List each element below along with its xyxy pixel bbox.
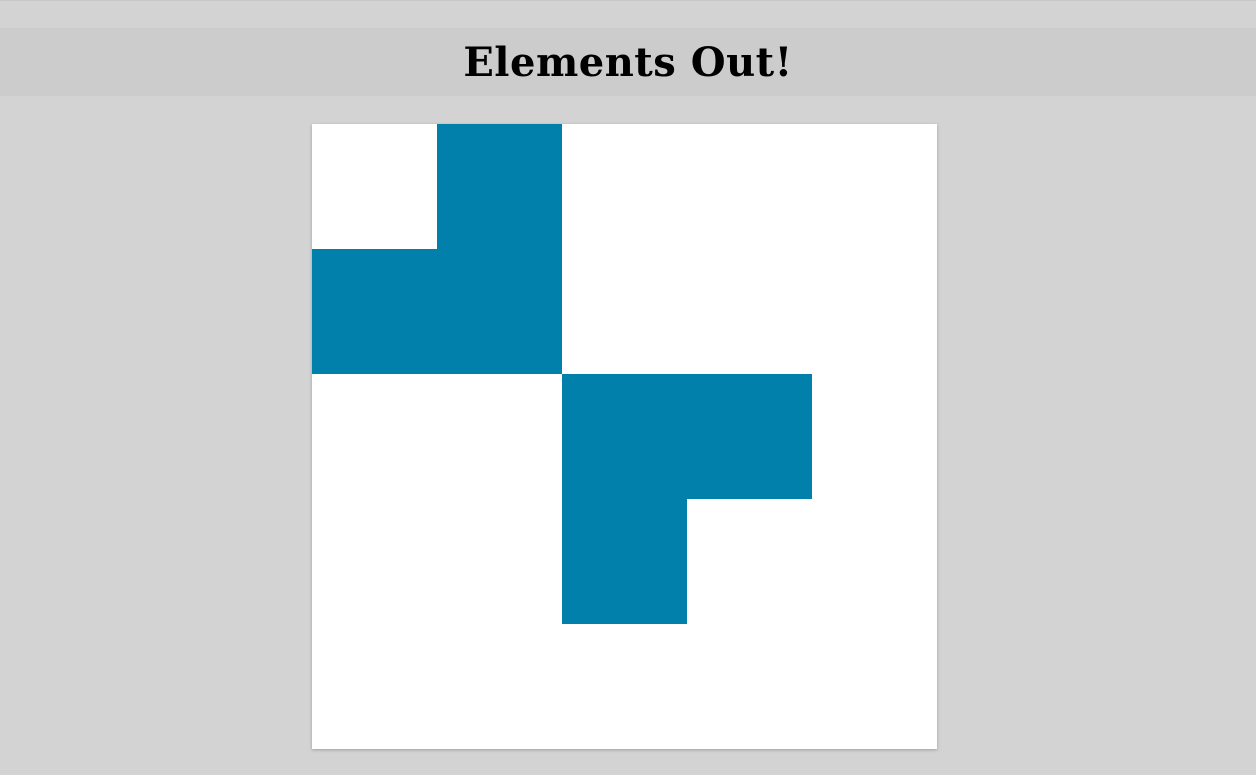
board-cell-r3-c3[interactable] (687, 499, 812, 624)
board-cell-r0-c4[interactable] (812, 124, 937, 249)
board-cell-r1-c2[interactable] (562, 249, 687, 374)
board-cell-r3-c0[interactable] (312, 499, 437, 624)
board-cell-r2-c4[interactable] (812, 374, 937, 499)
board-cell-r0-c1[interactable] (437, 124, 562, 249)
board-cell-r0-c2[interactable] (562, 124, 687, 249)
game-board-container (312, 124, 937, 749)
page-title: Elements Out! (463, 38, 793, 86)
board-cell-r3-c4[interactable] (812, 499, 937, 624)
board-cell-r4-c4[interactable] (812, 624, 937, 749)
board-cell-r1-c4[interactable] (812, 249, 937, 374)
board-cell-r0-c0[interactable] (312, 124, 437, 249)
board-cell-r3-c1[interactable] (437, 499, 562, 624)
top-strip (0, 0, 1256, 28)
board-cell-r3-c2[interactable] (562, 499, 687, 624)
game-board (312, 124, 937, 749)
header: Elements Out! (0, 28, 1256, 96)
board-cell-r4-c2[interactable] (562, 624, 687, 749)
board-cell-r1-c1[interactable] (437, 249, 562, 374)
board-cell-r4-c3[interactable] (687, 624, 812, 749)
board-cell-r2-c0[interactable] (312, 374, 437, 499)
board-cell-r4-c0[interactable] (312, 624, 437, 749)
board-cell-r4-c1[interactable] (437, 624, 562, 749)
board-cell-r2-c3[interactable] (687, 374, 812, 499)
board-cell-r1-c0[interactable] (312, 249, 437, 374)
board-cell-r0-c3[interactable] (687, 124, 812, 249)
board-cell-r2-c2[interactable] (562, 374, 687, 499)
board-cell-r2-c1[interactable] (437, 374, 562, 499)
board-cell-r1-c3[interactable] (687, 249, 812, 374)
